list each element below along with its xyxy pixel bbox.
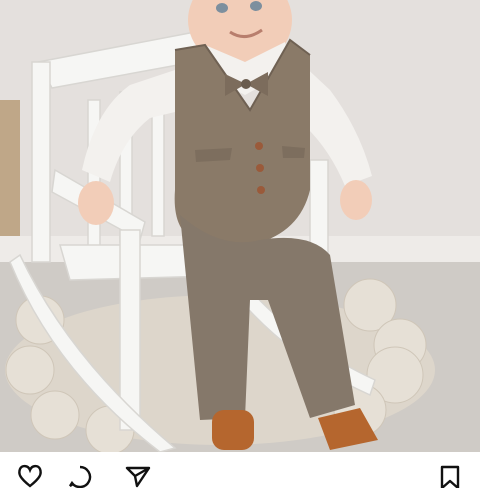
comment-icon[interactable] [66, 464, 94, 488]
send-icon[interactable] [124, 464, 152, 488]
baby-in-rocking-chair-illustration [0, 0, 480, 452]
post-action-bar [0, 452, 480, 488]
post-photo[interactable] [0, 0, 480, 452]
heart-icon[interactable] [16, 464, 44, 488]
bookmark-icon[interactable] [436, 464, 464, 488]
